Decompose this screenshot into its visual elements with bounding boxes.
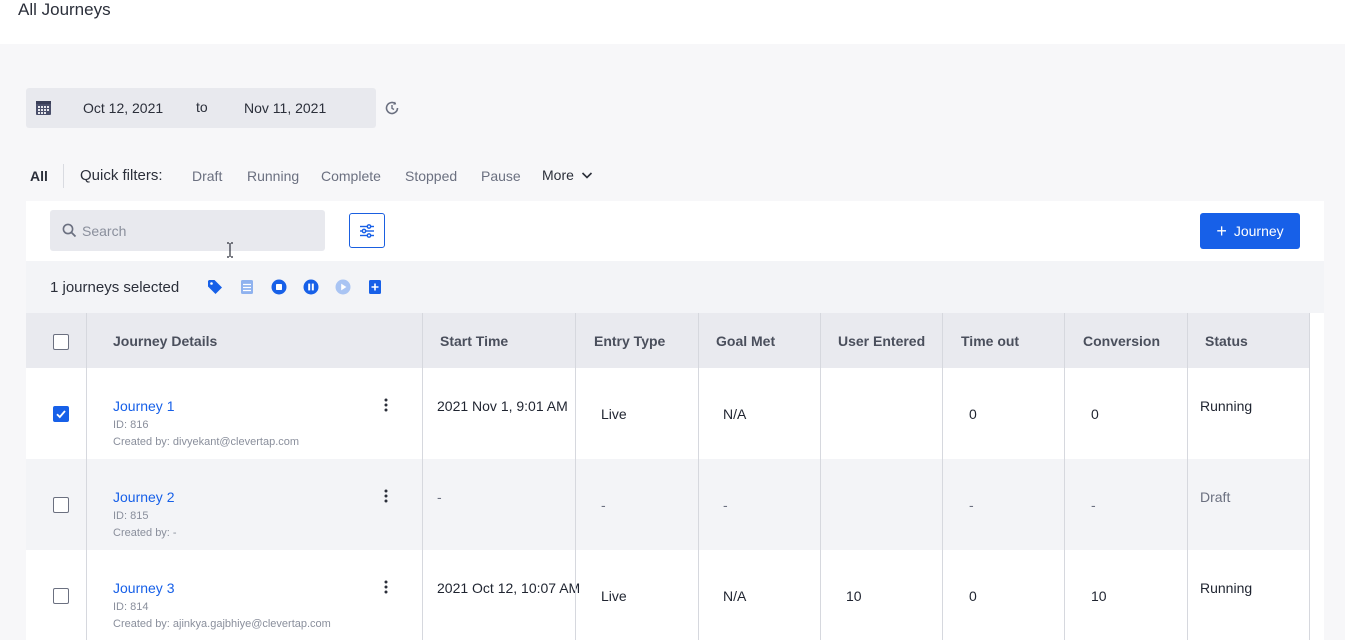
header-goal-met: Goal Met — [716, 332, 776, 349]
header-user-entered: User Entered — [838, 332, 926, 349]
filter-pause[interactable]: Pause — [481, 168, 521, 184]
refresh-icon[interactable] — [383, 99, 401, 117]
more-options-icon[interactable] — [383, 398, 389, 412]
date-range-picker[interactable]: Oct 12, 2021 to Nov 11, 2021 — [26, 88, 376, 128]
duplicate-icon[interactable] — [367, 279, 383, 295]
header-time-out: Time out — [961, 332, 1020, 349]
search-input[interactable] — [82, 210, 312, 251]
more-options-icon[interactable] — [383, 580, 389, 594]
journey-id: ID: 816 — [113, 419, 149, 431]
entry-type: - — [601, 497, 606, 513]
filter-complete[interactable]: Complete — [321, 168, 381, 184]
journey-created-by: Created by: ajinkya.gajbhiye@clevertap.c… — [113, 618, 331, 630]
bulk-action-bar: 1 journeys selected — [26, 261, 1324, 313]
search-icon — [62, 223, 77, 238]
advanced-filter-button[interactable] — [349, 213, 385, 248]
start-time: - — [437, 489, 442, 505]
entry-type: Live — [601, 406, 627, 422]
start-time: 2021 Nov 1, 9:01 AM — [437, 398, 568, 414]
journey-name-link[interactable]: Journey 3 — [113, 580, 174, 596]
header-status: Status — [1205, 332, 1248, 349]
calendar-icon — [36, 101, 51, 115]
row-checkbox[interactable] — [53, 406, 69, 422]
filter-all[interactable]: All — [30, 168, 48, 184]
add-journey-button[interactable]: + Journey — [1200, 213, 1300, 249]
date-to[interactable]: Nov 11, 2021 — [244, 100, 326, 116]
journey-id: ID: 815 — [113, 510, 149, 522]
page-title: All Journeys — [18, 0, 111, 19]
conversion: 0 — [1091, 406, 1099, 422]
column-divider — [698, 313, 699, 640]
table-header: Journey Details Start Time Entry Type Go… — [26, 313, 1310, 368]
goal-met: - — [723, 497, 728, 513]
entry-type: Live — [601, 588, 627, 604]
status: Draft — [1200, 489, 1231, 505]
pause-icon[interactable] — [303, 279, 319, 295]
column-divider — [422, 313, 423, 640]
conversion: 10 — [1091, 588, 1107, 604]
archive-icon[interactable] — [239, 279, 255, 295]
sliders-icon — [360, 224, 374, 238]
header-conversion: Conversion — [1083, 332, 1161, 349]
top-bar: All Journeys — [0, 0, 1345, 44]
checkmark-icon — [56, 410, 66, 419]
chevron-down-icon[interactable] — [581, 170, 593, 180]
filter-more[interactable]: More — [542, 167, 574, 183]
row-checkbox[interactable] — [53, 588, 69, 604]
journey-created-by: Created by: divyekant@clevertap.com — [113, 436, 300, 448]
time-out: 0 — [969, 406, 977, 422]
stop-icon[interactable] — [271, 279, 287, 295]
header-journey-details: Journey Details — [113, 332, 218, 349]
header-start-time: Start Time — [440, 332, 509, 349]
filter-stopped[interactable]: Stopped — [405, 168, 457, 184]
header-entry-type: Entry Type — [594, 332, 666, 349]
goal-met: N/A — [723, 588, 747, 604]
column-divider — [86, 313, 87, 640]
conversion: - — [1091, 497, 1096, 513]
column-divider — [942, 313, 943, 640]
column-divider — [820, 313, 821, 640]
column-divider — [1309, 313, 1310, 640]
column-divider — [1064, 313, 1065, 640]
column-divider — [1187, 313, 1188, 640]
filter-divider — [63, 164, 64, 188]
quick-filters: All Quick filters: Draft Running Complet… — [30, 164, 630, 188]
filter-running[interactable]: Running — [247, 168, 299, 184]
table-row[interactable]: Journey 1 ID: 816 Created by: divyekant@… — [26, 368, 1310, 459]
select-all-checkbox[interactable] — [53, 334, 69, 350]
column-divider — [575, 313, 576, 640]
date-separator: to — [196, 99, 208, 115]
time-out: - — [969, 497, 974, 513]
journey-created-by: Created by: - — [113, 527, 177, 539]
journey-name-link[interactable]: Journey 2 — [113, 489, 174, 505]
status: Running — [1200, 398, 1253, 414]
search-box[interactable] — [50, 210, 325, 258]
filter-draft[interactable]: Draft — [192, 168, 222, 184]
plus-icon: + — [1216, 221, 1227, 241]
play-icon[interactable] — [335, 279, 351, 295]
journeys-panel: + Journey 1 journeys selected — [26, 201, 1324, 640]
journey-name-link[interactable]: Journey 1 — [113, 398, 174, 414]
row-checkbox[interactable] — [53, 497, 69, 513]
add-journey-label: Journey — [1233, 223, 1284, 239]
quick-filters-label: Quick filters: — [80, 167, 163, 184]
text-cursor-icon — [227, 242, 233, 258]
user-entered: 10 — [846, 588, 862, 604]
goal-met: N/A — [723, 406, 747, 422]
status: Running — [1200, 580, 1253, 596]
tag-icon[interactable] — [207, 279, 223, 295]
time-out: 0 — [969, 588, 977, 604]
more-options-icon[interactable] — [383, 489, 389, 503]
journey-id: ID: 814 — [113, 601, 149, 613]
start-time: 2021 Oct 12, 10:07 AM — [437, 580, 581, 596]
selection-count: 1 journeys selected — [50, 279, 180, 296]
table-row[interactable]: Journey 2 ID: 815 Created by: - - - - - … — [26, 459, 1310, 550]
date-from[interactable]: Oct 12, 2021 — [83, 100, 163, 116]
table-row[interactable]: Journey 3 ID: 814 Created by: ajinkya.ga… — [26, 550, 1310, 640]
